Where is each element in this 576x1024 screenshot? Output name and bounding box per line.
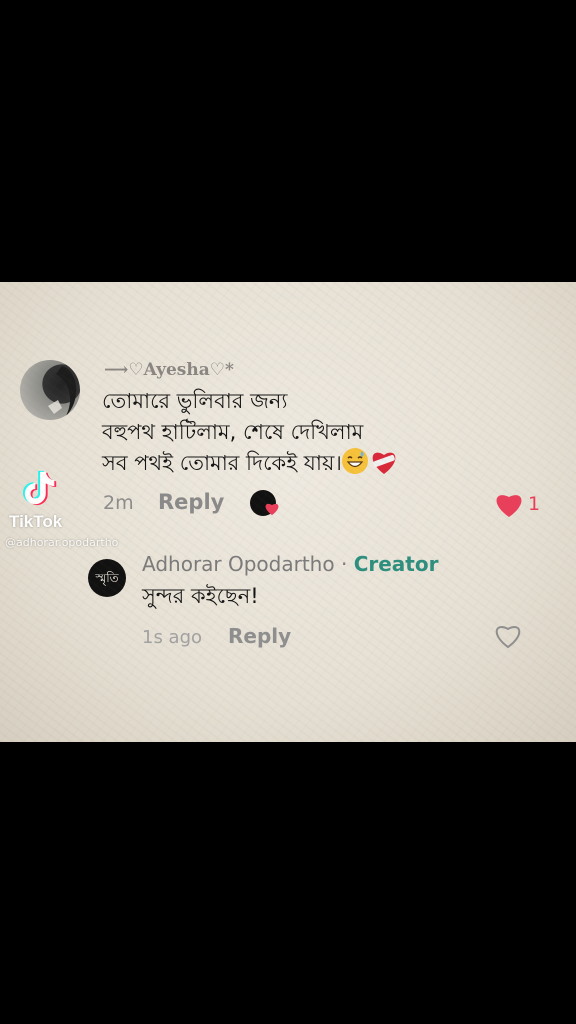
comment-time: 2m: [103, 492, 134, 514]
reply-button[interactable]: Reply: [158, 490, 224, 514]
tiktok-brand-text: TikTok: [9, 512, 63, 531]
reply-text: সুন্দর কইছেন!: [142, 584, 259, 608]
author-separator: ·: [334, 552, 354, 576]
like-count: 1: [528, 493, 541, 515]
reply-author-line: Adhorar Opodartho · Creator: [142, 552, 438, 576]
avatar[interactable]: [20, 360, 80, 420]
reply-to-reply-button[interactable]: Reply: [228, 624, 291, 648]
tiktok-logo-icon: [22, 470, 57, 506]
comment-username[interactable]: ⟶♡Ayesha♡*: [104, 360, 234, 380]
like-heart-icon[interactable]: [494, 490, 524, 518]
reply-author[interactable]: Adhorar Opodartho: [142, 552, 335, 576]
tiktok-handle-text: @adhorar.opodartho: [5, 536, 119, 549]
grinning-sweat-emoji-icon: [341, 448, 368, 474]
like-outline-heart-icon[interactable]: [494, 623, 522, 649]
creator-avatar[interactable]: স্মৃতি: [88, 559, 126, 597]
reply-time: 1s ago: [142, 627, 203, 648]
comment-card: ⟶♡Ayesha♡* তোমারে ভুলিবার জন্য বহুপথ হাট…: [0, 282, 576, 742]
comment-text: তোমারে ভুলিবার জন্য বহুপথ হাটিলাম, শেষে …: [102, 386, 398, 479]
creator-liked-heart-icon: [265, 503, 279, 515]
comment-body: তোমারে ভুলিবার জন্য বহুপথ হাটিলাম, শেষে …: [102, 389, 364, 475]
creator-badge: Creator: [353, 552, 439, 576]
mending-heart-emoji-icon: [370, 449, 398, 475]
